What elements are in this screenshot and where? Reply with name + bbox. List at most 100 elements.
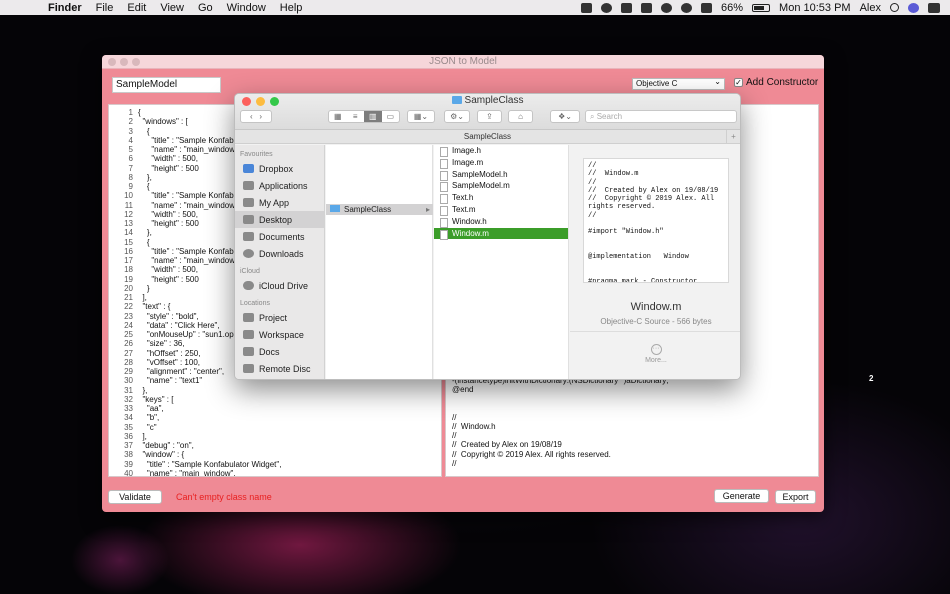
dropbox-status-icon[interactable] (581, 2, 593, 13)
docker-icon[interactable] (621, 2, 633, 13)
share-button[interactable]: ⇪ (477, 110, 502, 123)
line-number: 8 (128, 172, 133, 182)
file-item[interactable]: Image.m (434, 157, 568, 169)
menu-bar: Finder File Edit View Go Window Help 66%… (0, 0, 950, 15)
siri-icon[interactable] (908, 2, 919, 13)
line-number: 39 (124, 459, 133, 469)
spotlight-search-icon[interactable] (890, 3, 899, 12)
drive-icon (243, 313, 254, 322)
sidebar-item-workspace[interactable]: Workspace (235, 326, 324, 343)
dropbox-toolbar-button[interactable]: ❖⌄ (550, 110, 580, 123)
sidebar-item-downloads[interactable]: Downloads (235, 245, 324, 262)
line-number: 36 (124, 431, 133, 441)
menu-edit[interactable]: Edit (127, 2, 146, 14)
sidebar-item-docs[interactable]: Docs (235, 343, 324, 360)
user-name[interactable]: Alex (860, 2, 881, 14)
bluetooth-icon[interactable] (701, 2, 713, 13)
line-number: 13 (124, 219, 133, 228)
finder-search-input[interactable]: ⌕ Search (585, 110, 737, 123)
generate-button[interactable]: Generate (714, 489, 769, 503)
folder-icon (243, 198, 254, 207)
line-number: 25 (124, 330, 133, 339)
file-item[interactable]: SampleModel.m (434, 180, 568, 193)
line-number: 34 (124, 413, 133, 423)
sidebar-item-applications[interactable]: Applications (235, 177, 324, 194)
class-name-input[interactable]: SampleModel (112, 77, 221, 93)
preview-file-name: Window.m (630, 301, 682, 313)
finder-preview-pane: // // Window.m // // Created by Alex on … (570, 145, 740, 379)
column-item-sampleclass[interactable]: SampleClass ▸ (326, 204, 433, 215)
menu-window[interactable]: Window (227, 2, 266, 14)
gallery-view-icon[interactable]: ▭ (382, 111, 400, 122)
action-gear-button[interactable]: ⚙⌄ (444, 110, 470, 123)
downloads-icon (243, 249, 254, 258)
line-number: 33 (124, 404, 133, 413)
column-view-icon[interactable]: ▥ (364, 111, 382, 122)
line-number: 15 (124, 237, 133, 247)
file-item[interactable]: Image.h (434, 145, 568, 157)
line-number: 12 (124, 209, 133, 219)
list-view-icon[interactable]: ≡ (347, 111, 365, 122)
line-number: 29 (124, 367, 133, 376)
file-item[interactable]: Text.h (434, 192, 568, 204)
language-select[interactable]: Objective C (632, 77, 725, 90)
preview-text: // // Window.m // // Created by Alex on … (583, 158, 729, 283)
line-number: 9 (128, 182, 133, 191)
group-menu-button[interactable]: ▦⌄ (407, 110, 435, 123)
finder-sidebar: Favourites Dropbox Applications My App D… (235, 145, 325, 379)
status-icon[interactable] (601, 2, 613, 13)
more-icon: ··· (650, 344, 662, 355)
notification-center-icon[interactable] (928, 2, 940, 13)
view-mode-buttons[interactable]: ▦ ≡ ▥ ▭ (328, 110, 400, 123)
file-item[interactable]: Text.m (434, 204, 568, 216)
clock[interactable]: Mon 10:53 PM (779, 2, 851, 14)
line-number: 32 (124, 394, 133, 404)
menu-view[interactable]: View (160, 2, 184, 14)
tags-button[interactable]: ⌂ (508, 110, 533, 123)
icon-view-icon[interactable]: ▦ (329, 111, 347, 122)
export-button[interactable]: Export (775, 490, 816, 504)
checkmark-icon: ✓ (734, 78, 743, 87)
new-tab-button[interactable]: + (726, 130, 740, 144)
drive-icon (243, 347, 254, 356)
menu-go[interactable]: Go (198, 2, 213, 14)
icloud-header: iCloud (240, 268, 260, 275)
tab-title[interactable]: SampleClass (464, 132, 511, 141)
finder-tab-bar: SampleClass + (235, 130, 740, 144)
line-numbers: 1 2 3 4 5 6 7 8 9 10 11 12 13 14 15 16 17 18 19 20 21 22 23 24 2… (109, 108, 133, 476)
line-number: 7 (128, 163, 133, 173)
sidebar-item-desktop[interactable]: Desktop (235, 211, 324, 228)
line-number: 1 (128, 108, 133, 117)
sidebar-item-my-app[interactable]: My App (235, 194, 324, 211)
line-number: 14 (124, 228, 133, 238)
battery-icon[interactable] (752, 3, 771, 12)
file-item-selected[interactable]: Window.m (434, 227, 568, 240)
line-number: 6 (128, 154, 133, 164)
desktop-icon (243, 215, 254, 224)
sidebar-item-dropbox[interactable]: Dropbox (235, 160, 324, 177)
file-item[interactable]: Window.h (434, 216, 568, 228)
file-item[interactable]: SampleModel.h (434, 169, 568, 181)
add-constructor-label: Add Constructor (746, 77, 819, 88)
menu-help[interactable]: Help (280, 2, 303, 14)
folder-icon (451, 96, 462, 104)
sidebar-item-remote-disc[interactable]: Remote Disc (235, 360, 324, 377)
sidebar-item-icloud-drive[interactable]: iCloud Drive (235, 277, 324, 294)
finder-column-desktop[interactable]: SampleClass ▸ (326, 145, 433, 379)
back-forward-buttons[interactable]: ‹ › (240, 110, 272, 123)
add-constructor-checkbox[interactable]: ✓ Add Constructor (734, 77, 818, 88)
line-number: 22 (124, 302, 133, 312)
line-number: 26 (124, 339, 133, 349)
more-button[interactable]: ··· More... (570, 331, 740, 379)
clock-icon[interactable] (661, 2, 673, 13)
sidebar-item-project[interactable]: Project (235, 309, 324, 326)
screen-icon[interactable] (641, 2, 653, 13)
preview-file-kind: Objective-C Source - 566 bytes (600, 317, 712, 326)
validate-button[interactable]: Validate (108, 490, 162, 504)
menu-app-name[interactable]: Finder (48, 2, 82, 14)
sidebar-item-documents[interactable]: Documents (235, 228, 324, 245)
wifi-icon[interactable] (681, 2, 693, 13)
finder-column-sampleclass[interactable]: Image.h Image.m SampleModel.h SampleMode… (434, 145, 569, 379)
badge-number: 2 (869, 374, 874, 383)
menu-file[interactable]: File (96, 2, 114, 14)
